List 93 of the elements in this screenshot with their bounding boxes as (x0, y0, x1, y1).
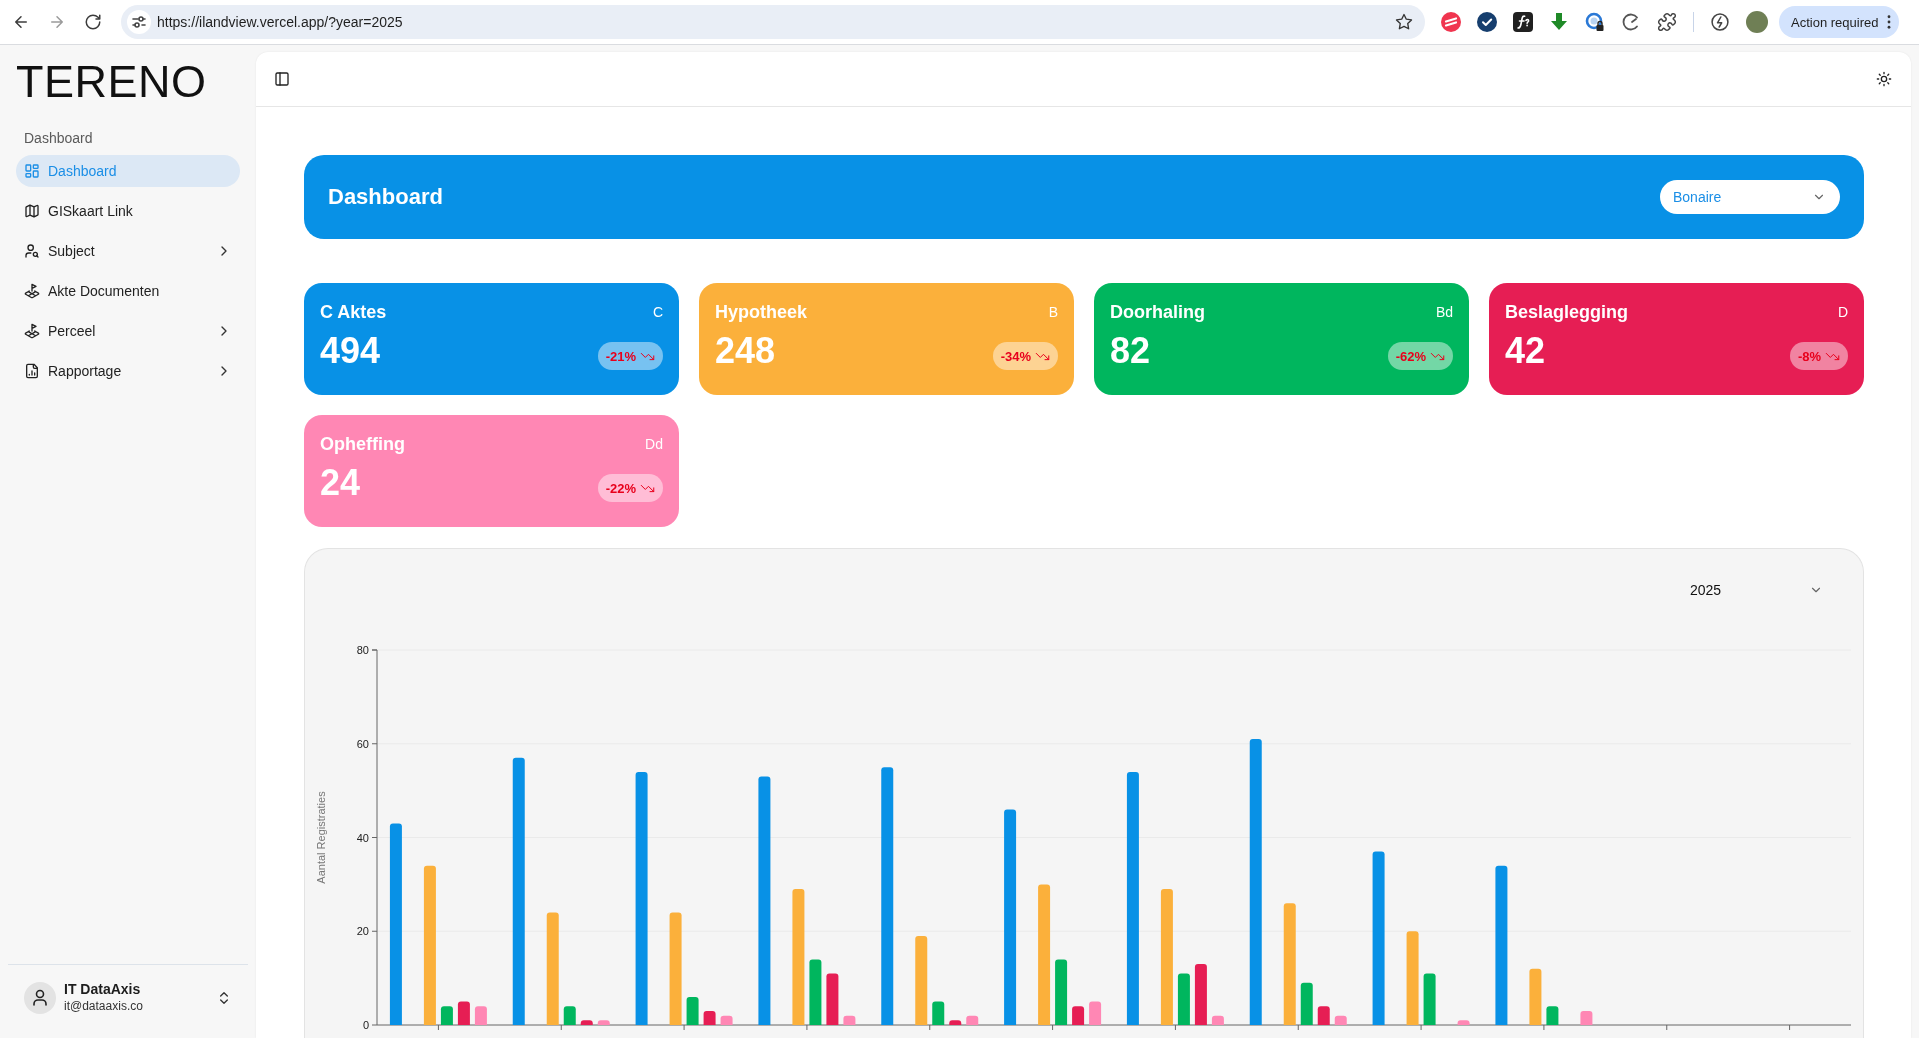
chart-bar (1300, 982, 1313, 1025)
chart-bar (843, 1015, 856, 1025)
card-value: 248 (715, 331, 776, 371)
card-value: 24 (320, 463, 361, 503)
striped-circle-icon[interactable] (1441, 12, 1461, 32)
file-chart-icon (24, 363, 40, 379)
puzzle-icon[interactable] (1657, 12, 1677, 32)
region-select[interactable]: Bonaire (1660, 180, 1840, 214)
chart-bar (474, 1006, 487, 1025)
card-value: 42 (1505, 331, 1546, 371)
card-code: B (1048, 304, 1058, 320)
user-search-icon (24, 243, 40, 259)
back-arrow-icon[interactable] (12, 13, 30, 31)
chart-bar (1580, 1010, 1593, 1025)
chart-bar (1055, 959, 1068, 1025)
card-code: D (1837, 304, 1848, 320)
chart-bar (720, 1015, 733, 1025)
change-text: -21% (605, 348, 636, 364)
chart-bar (1457, 1020, 1470, 1025)
map-icon (24, 203, 40, 219)
dark-tile-icon[interactable] (1513, 12, 1533, 32)
reload-icon[interactable] (84, 13, 102, 31)
sidebar-item[interactable]: GISkaart Link (16, 195, 240, 227)
page-title: Dashboard (328, 184, 443, 210)
chart-bar (1423, 973, 1436, 1025)
flag-plot-icon (24, 323, 40, 339)
year-select[interactable]: 2025 (1679, 572, 1829, 608)
chart-bar (1546, 1006, 1559, 1025)
sidebar-item[interactable]: Akte Documenten (16, 275, 240, 307)
chart-bar (966, 1015, 979, 1025)
profile-avatar-icon[interactable] (1746, 11, 1768, 33)
user-avatar-icon (24, 981, 56, 1014)
user-email: it@dataaxis.co (64, 998, 143, 1014)
star-icon[interactable] (1395, 13, 1413, 31)
card-code: C (652, 304, 663, 320)
chart-bar (1177, 973, 1190, 1025)
card-value: 82 (1110, 331, 1151, 371)
chart-bar (949, 1020, 962, 1025)
chart-bar (440, 1006, 453, 1025)
chart-bar (1089, 1001, 1102, 1025)
address-bar[interactable]: https://ilandview.vercel.app/?year=2025 (121, 5, 1425, 39)
down-arrow-icon[interactable] (1549, 12, 1569, 32)
change-text: -22% (605, 480, 636, 496)
chart-bar (809, 959, 822, 1025)
chart-bar (1194, 964, 1207, 1025)
bolt-circle-icon[interactable] (1710, 12, 1730, 32)
y-tick-label: 60 (356, 737, 369, 750)
sun-icon[interactable] (1876, 71, 1892, 87)
change-text: -34% (1000, 348, 1031, 364)
change-text: -62% (1395, 348, 1426, 364)
chart-bar (580, 1020, 593, 1025)
chart-bar (1072, 1006, 1085, 1025)
chart-bar (686, 996, 699, 1025)
user-name: IT DataAxis (64, 981, 141, 998)
y-tick-label: 80 (356, 644, 369, 656)
card-title: C Aktes (320, 301, 387, 323)
ring-lock-icon[interactable] (1585, 12, 1605, 32)
logo: TERENO (16, 55, 207, 109)
chart-bar (1211, 1015, 1224, 1025)
site-settings-icon[interactable] (127, 10, 151, 34)
change-text: -8% (1797, 348, 1821, 364)
layout-grid-icon (24, 163, 40, 179)
chart-bar (457, 1001, 470, 1025)
card-title: Doorhaling (1110, 301, 1205, 323)
sidebar-item[interactable]: Subject (16, 235, 240, 267)
card-title: Hypotheek (715, 301, 808, 323)
action-required-button[interactable]: Action required (1779, 6, 1900, 38)
chart-bar (1529, 968, 1542, 1025)
forward-arrow-icon[interactable] (48, 13, 66, 31)
y-axis-title: Aantal Registraties (315, 791, 327, 884)
chart-bar (703, 1010, 716, 1025)
card-code: Bd (1435, 304, 1453, 320)
check-circle-icon[interactable] (1477, 12, 1497, 32)
card-code: Dd (645, 436, 663, 452)
chart-bar (563, 1006, 576, 1025)
sidebar-toggle-icon[interactable] (274, 71, 290, 87)
kebab-icon (1887, 15, 1892, 29)
card-title: Beslaglegging (1505, 301, 1629, 323)
chart-bar (826, 973, 839, 1025)
chart-bar (932, 1001, 945, 1025)
chart-bar (597, 1020, 610, 1025)
chart-bar (1334, 1015, 1347, 1025)
y-tick-label: 20 (356, 925, 369, 938)
card-value: 494 (320, 331, 381, 371)
arc-icon[interactable] (1621, 12, 1641, 32)
flag-plot-icon (24, 283, 40, 299)
card-title: Opheffing (320, 433, 405, 455)
chart-bar (1317, 1006, 1330, 1025)
y-tick-label: 40 (356, 831, 369, 844)
sidebar-item[interactable]: Perceel (16, 315, 240, 347)
sidebar-item[interactable]: Rapportage (16, 355, 240, 387)
sidebar-group-label: Dashboard (23, 129, 93, 148)
y-tick-label: 0 (362, 1019, 369, 1031)
